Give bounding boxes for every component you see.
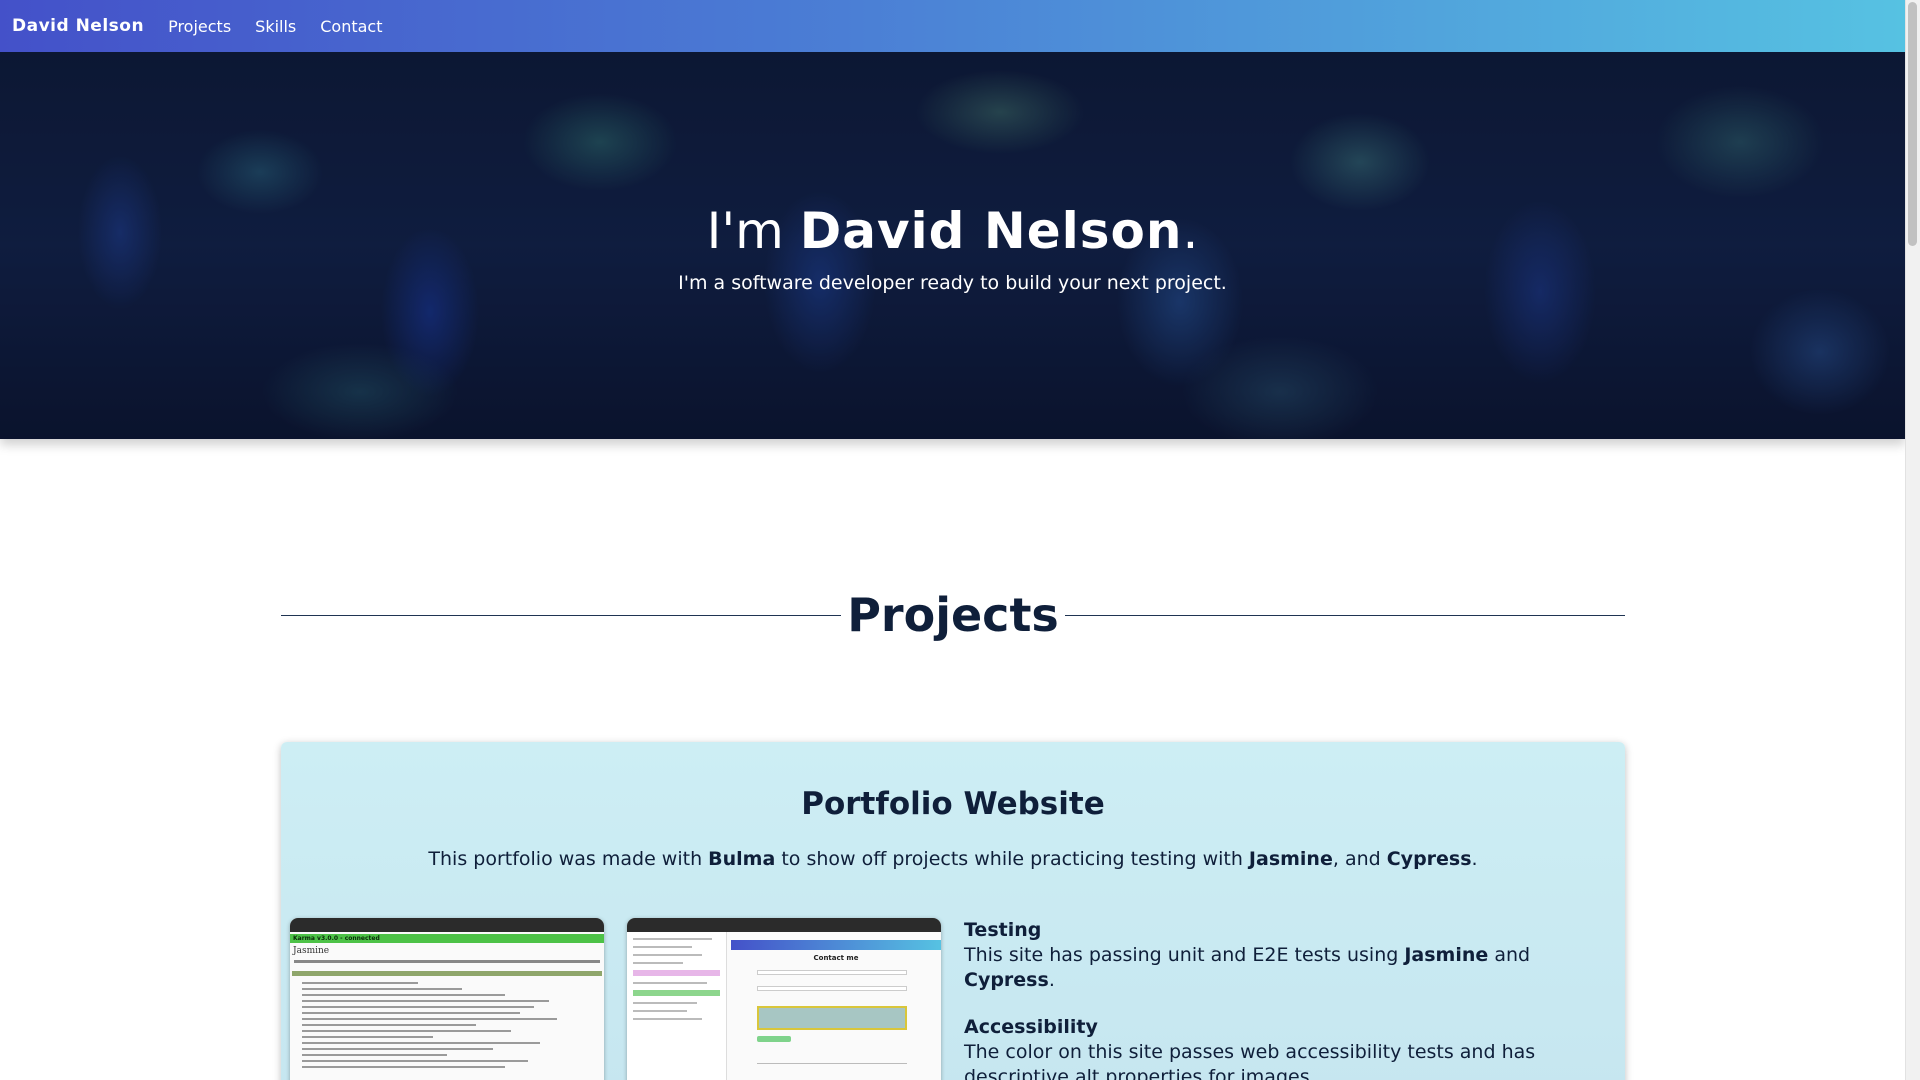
jasmine-title: Jasmine — [293, 946, 330, 956]
message-field — [757, 1006, 907, 1030]
send-button — [757, 1036, 791, 1042]
project-description: This portfolio was made with Bulma to sh… — [281, 848, 1625, 870]
feature-accessibility-text: The color on this site passes web access… — [964, 1041, 1536, 1080]
project-title: Portfolio Website — [801, 786, 1105, 822]
jasmine-dots — [294, 960, 600, 963]
feature-text: and — [1488, 944, 1531, 966]
browser-toolbar — [290, 918, 604, 932]
nav-link-projects[interactable]: Projects — [168, 17, 231, 36]
projects-section-title: Projects — [847, 588, 1059, 642]
cypress-command-log — [627, 932, 727, 1080]
hero-banner: I'm David Nelson. I'm a software develop… — [0, 52, 1905, 439]
desc-bold-jasmine: Jasmine — [1248, 848, 1333, 870]
desc-bold-cypress: Cypress — [1386, 848, 1472, 870]
desc-text: This portfolio was made with — [428, 848, 709, 870]
karma-header-text: Karma v3.0.0 - connected — [293, 935, 380, 942]
feature-text: This site has passing unit and E2E tests… — [964, 944, 1405, 966]
project-screenshot-jasmine[interactable]: Karma v3.0.0 - connected Jasmine — [290, 918, 604, 1080]
hero-title: I'm David Nelson. — [0, 202, 1905, 260]
karma-status-bar: Karma v3.0.0 - connected — [290, 934, 604, 943]
jasmine-spec-list — [302, 982, 592, 1068]
browser-toolbar — [627, 918, 941, 932]
project-screenshot-cypress[interactable]: Contact me — [627, 918, 941, 1080]
project-features: Testing This site has passing unit and E… — [964, 918, 1624, 1080]
mini-navbar — [731, 940, 941, 950]
feature-accessibility-title: Accessibility — [964, 1016, 1098, 1038]
feature-bold-cypress: Cypress — [964, 969, 1049, 991]
hero-title-suffix: . — [1182, 202, 1199, 260]
brand-logo[interactable]: David Nelson — [12, 16, 144, 36]
feature-testing: Testing This site has passing unit and E… — [964, 918, 1624, 993]
projects-heading-row: Projects — [281, 585, 1626, 645]
page-scrollbar[interactable] — [1905, 0, 1920, 1080]
heading-divider-right — [1064, 614, 1626, 616]
heading-divider-left — [281, 614, 842, 616]
desc-bold-bulma: Bulma — [708, 848, 776, 870]
feature-text: . — [1048, 969, 1055, 991]
project-card: Portfolio Website This portfolio was mad… — [281, 742, 1625, 1080]
desc-text: , and — [1332, 848, 1387, 870]
feature-bold-jasmine: Jasmine — [1404, 944, 1489, 966]
nav-link-contact[interactable]: Contact — [320, 17, 382, 36]
nav-link-skills[interactable]: Skills — [255, 17, 296, 36]
feature-testing-text: This site has passing unit and E2E tests… — [964, 943, 1624, 993]
hero-subtitle: I'm a software developer ready to build … — [678, 272, 1227, 294]
email-field — [757, 986, 907, 991]
feature-accessibility: Accessibility The color on this site pas… — [964, 1015, 1624, 1080]
divider — [757, 1063, 907, 1064]
scrollbar-thumb[interactable] — [1908, 2, 1917, 246]
jasmine-summary-bar — [292, 971, 602, 976]
hero-title-prefix: I'm — [706, 202, 800, 260]
feature-testing-title: Testing — [964, 919, 1042, 941]
navbar: David Nelson Projects Skills Contact — [0, 0, 1905, 52]
name-field — [757, 970, 907, 975]
hero-name: David Nelson — [799, 202, 1183, 260]
desc-text: . — [1471, 848, 1478, 870]
contact-form-title: Contact me — [813, 954, 859, 962]
desc-text: to show off projects while practicing te… — [775, 848, 1249, 870]
